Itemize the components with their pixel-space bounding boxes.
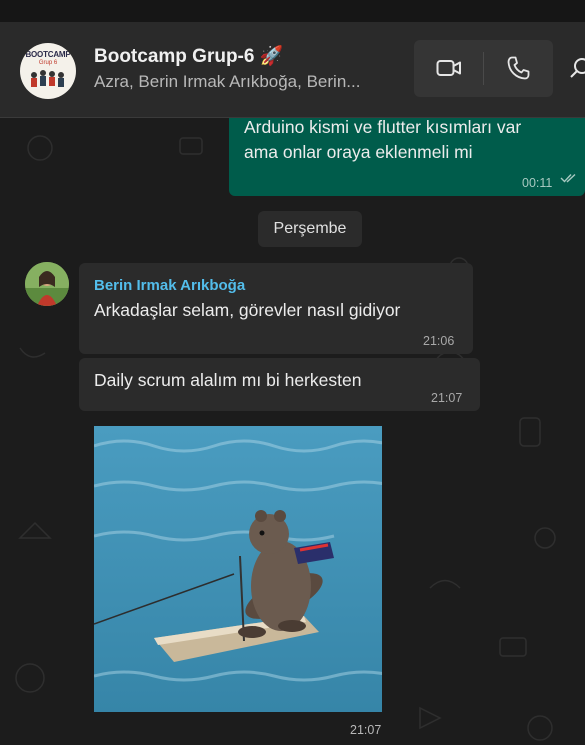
squirrel-water-ski-gif — [94, 426, 382, 712]
gif-media-attachment[interactable] — [94, 426, 382, 712]
sender-name[interactable]: Berin Irmak Arıkboğa — [94, 273, 245, 298]
message-text-line-1: Arduino kismi ve flutter kısımları var — [244, 118, 522, 137]
message-timestamp: 21:06 — [423, 334, 455, 348]
video-call-button[interactable] — [436, 56, 462, 85]
media-timestamp: 21:07 — [350, 723, 382, 737]
chat-messages-area[interactable]: Arduino kismi ve flutter kısımları var a… — [0, 118, 585, 745]
double-check-icon — [560, 173, 576, 183]
chat-participants: Azra, Berin Irmak Arıkboğa, Berin... — [94, 72, 361, 91]
call-separator — [483, 52, 484, 85]
group-avatar[interactable]: BOOTCAMP Grup 6 — [20, 43, 76, 99]
phone-icon — [507, 56, 530, 80]
chat-title: Bootcamp Grup-6 🚀 — [94, 46, 284, 67]
search-icon — [570, 58, 585, 78]
chat-header[interactable]: BOOTCAMP Grup 6 Bootcamp Grup-6 🚀 Azra, … — [0, 22, 585, 118]
outgoing-message-bubble[interactable]: Arduino kismi ve flutter kısımları var a… — [229, 118, 585, 196]
video-camera-icon — [436, 60, 461, 76]
window-top-strip — [0, 0, 585, 22]
voice-call-button[interactable] — [506, 55, 530, 86]
message-text: Arkadaşlar selam, görevler nasıl gidiyor — [94, 300, 401, 320]
date-separator: Perşembe — [258, 211, 362, 247]
sender-photo-icon — [25, 262, 69, 306]
incoming-message-bubble[interactable]: Berin Irmak Arıkboğa Arkadaşlar selam, g… — [79, 263, 473, 354]
message-timestamp: 00:11 — [522, 176, 553, 190]
message-timestamp: 21:07 — [431, 391, 463, 405]
avatar-figures-icon — [31, 70, 64, 87]
incoming-message-bubble[interactable]: Daily scrum alalım mı bi herkesten 21:07 — [79, 358, 480, 411]
message-text: Daily scrum alalım mı bi herkesten — [94, 370, 362, 390]
sender-avatar[interactable] — [25, 262, 69, 306]
message-text-line-2: ama onlar oraya eklenmeli mi — [244, 142, 473, 162]
search-button[interactable] — [568, 56, 585, 87]
call-buttons-group — [414, 40, 553, 97]
